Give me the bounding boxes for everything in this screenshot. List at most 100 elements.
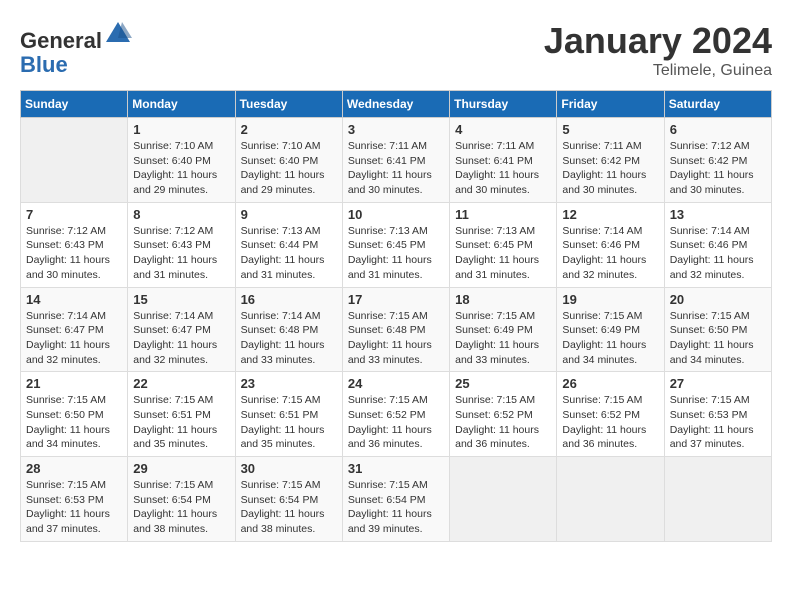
day-info: Sunrise: 7:15 AMSunset: 6:52 PMDaylight:… <box>348 393 444 452</box>
day-info: Sunrise: 7:13 AMSunset: 6:44 PMDaylight:… <box>241 224 337 283</box>
day-info: Sunrise: 7:15 AMSunset: 6:49 PMDaylight:… <box>562 309 658 368</box>
day-info: Sunrise: 7:15 AMSunset: 6:51 PMDaylight:… <box>133 393 229 452</box>
day-info: Sunrise: 7:15 AMSunset: 6:54 PMDaylight:… <box>348 478 444 537</box>
day-info: Sunrise: 7:11 AMSunset: 6:41 PMDaylight:… <box>455 139 551 198</box>
calendar-cell: 11 Sunrise: 7:13 AMSunset: 6:45 PMDaylig… <box>450 202 557 287</box>
day-info: Sunrise: 7:15 AMSunset: 6:52 PMDaylight:… <box>562 393 658 452</box>
day-number: 22 <box>133 376 229 391</box>
calendar-cell <box>664 457 771 542</box>
day-number: 4 <box>455 122 551 137</box>
day-info: Sunrise: 7:14 AMSunset: 6:47 PMDaylight:… <box>26 309 122 368</box>
day-info: Sunrise: 7:15 AMSunset: 6:54 PMDaylight:… <box>133 478 229 537</box>
day-info: Sunrise: 7:15 AMSunset: 6:50 PMDaylight:… <box>670 309 766 368</box>
calendar-cell: 23 Sunrise: 7:15 AMSunset: 6:51 PMDaylig… <box>235 372 342 457</box>
day-number: 20 <box>670 292 766 307</box>
week-row-4: 21 Sunrise: 7:15 AMSunset: 6:50 PMDaylig… <box>21 372 772 457</box>
week-row-2: 7 Sunrise: 7:12 AMSunset: 6:43 PMDayligh… <box>21 202 772 287</box>
calendar-cell: 6 Sunrise: 7:12 AMSunset: 6:42 PMDayligh… <box>664 118 771 203</box>
weekday-header-saturday: Saturday <box>664 91 771 118</box>
day-number: 11 <box>455 207 551 222</box>
day-info: Sunrise: 7:12 AMSunset: 6:42 PMDaylight:… <box>670 139 766 198</box>
calendar-cell: 29 Sunrise: 7:15 AMSunset: 6:54 PMDaylig… <box>128 457 235 542</box>
day-number: 24 <box>348 376 444 391</box>
day-number: 3 <box>348 122 444 137</box>
weekday-header-row: SundayMondayTuesdayWednesdayThursdayFrid… <box>21 91 772 118</box>
calendar-cell: 18 Sunrise: 7:15 AMSunset: 6:49 PMDaylig… <box>450 287 557 372</box>
day-number: 12 <box>562 207 658 222</box>
day-number: 13 <box>670 207 766 222</box>
day-number: 10 <box>348 207 444 222</box>
day-number: 26 <box>562 376 658 391</box>
day-number: 29 <box>133 461 229 476</box>
day-number: 25 <box>455 376 551 391</box>
day-number: 30 <box>241 461 337 476</box>
day-number: 16 <box>241 292 337 307</box>
day-info: Sunrise: 7:15 AMSunset: 6:53 PMDaylight:… <box>670 393 766 452</box>
calendar-cell: 7 Sunrise: 7:12 AMSunset: 6:43 PMDayligh… <box>21 202 128 287</box>
calendar-cell: 3 Sunrise: 7:11 AMSunset: 6:41 PMDayligh… <box>342 118 449 203</box>
calendar-cell: 17 Sunrise: 7:15 AMSunset: 6:48 PMDaylig… <box>342 287 449 372</box>
location-subtitle: Telimele, Guinea <box>544 62 772 80</box>
day-number: 1 <box>133 122 229 137</box>
title-block: January 2024 Telimele, Guinea <box>544 20 772 80</box>
calendar-cell: 27 Sunrise: 7:15 AMSunset: 6:53 PMDaylig… <box>664 372 771 457</box>
week-row-5: 28 Sunrise: 7:15 AMSunset: 6:53 PMDaylig… <box>21 457 772 542</box>
calendar-cell: 10 Sunrise: 7:13 AMSunset: 6:45 PMDaylig… <box>342 202 449 287</box>
calendar-cell <box>557 457 664 542</box>
day-info: Sunrise: 7:15 AMSunset: 6:54 PMDaylight:… <box>241 478 337 537</box>
day-info: Sunrise: 7:13 AMSunset: 6:45 PMDaylight:… <box>348 224 444 283</box>
day-info: Sunrise: 7:15 AMSunset: 6:52 PMDaylight:… <box>455 393 551 452</box>
calendar-cell: 8 Sunrise: 7:12 AMSunset: 6:43 PMDayligh… <box>128 202 235 287</box>
logo-general-text: General <box>20 28 102 53</box>
day-info: Sunrise: 7:15 AMSunset: 6:53 PMDaylight:… <box>26 478 122 537</box>
day-info: Sunrise: 7:11 AMSunset: 6:41 PMDaylight:… <box>348 139 444 198</box>
day-info: Sunrise: 7:14 AMSunset: 6:46 PMDaylight:… <box>670 224 766 283</box>
day-info: Sunrise: 7:14 AMSunset: 6:48 PMDaylight:… <box>241 309 337 368</box>
day-number: 31 <box>348 461 444 476</box>
day-number: 18 <box>455 292 551 307</box>
week-row-3: 14 Sunrise: 7:14 AMSunset: 6:47 PMDaylig… <box>21 287 772 372</box>
calendar-cell <box>450 457 557 542</box>
weekday-header-thursday: Thursday <box>450 91 557 118</box>
calendar-cell: 15 Sunrise: 7:14 AMSunset: 6:47 PMDaylig… <box>128 287 235 372</box>
calendar-cell: 12 Sunrise: 7:14 AMSunset: 6:46 PMDaylig… <box>557 202 664 287</box>
day-number: 17 <box>348 292 444 307</box>
day-info: Sunrise: 7:14 AMSunset: 6:47 PMDaylight:… <box>133 309 229 368</box>
day-number: 14 <box>26 292 122 307</box>
calendar-cell: 9 Sunrise: 7:13 AMSunset: 6:44 PMDayligh… <box>235 202 342 287</box>
weekday-header-friday: Friday <box>557 91 664 118</box>
calendar-cell: 24 Sunrise: 7:15 AMSunset: 6:52 PMDaylig… <box>342 372 449 457</box>
day-number: 28 <box>26 461 122 476</box>
calendar-cell: 30 Sunrise: 7:15 AMSunset: 6:54 PMDaylig… <box>235 457 342 542</box>
weekday-header-monday: Monday <box>128 91 235 118</box>
calendar-cell: 21 Sunrise: 7:15 AMSunset: 6:50 PMDaylig… <box>21 372 128 457</box>
day-number: 15 <box>133 292 229 307</box>
calendar-cell <box>21 118 128 203</box>
logo-icon <box>104 20 132 48</box>
day-info: Sunrise: 7:12 AMSunset: 6:43 PMDaylight:… <box>133 224 229 283</box>
calendar-cell: 22 Sunrise: 7:15 AMSunset: 6:51 PMDaylig… <box>128 372 235 457</box>
day-info: Sunrise: 7:15 AMSunset: 6:51 PMDaylight:… <box>241 393 337 452</box>
day-number: 23 <box>241 376 337 391</box>
calendar-cell: 13 Sunrise: 7:14 AMSunset: 6:46 PMDaylig… <box>664 202 771 287</box>
day-info: Sunrise: 7:15 AMSunset: 6:48 PMDaylight:… <box>348 309 444 368</box>
day-info: Sunrise: 7:15 AMSunset: 6:49 PMDaylight:… <box>455 309 551 368</box>
calendar-cell: 1 Sunrise: 7:10 AMSunset: 6:40 PMDayligh… <box>128 118 235 203</box>
day-number: 5 <box>562 122 658 137</box>
day-info: Sunrise: 7:14 AMSunset: 6:46 PMDaylight:… <box>562 224 658 283</box>
logo-blue-text: Blue <box>20 52 68 77</box>
day-number: 7 <box>26 207 122 222</box>
weekday-header-tuesday: Tuesday <box>235 91 342 118</box>
calendar-cell: 26 Sunrise: 7:15 AMSunset: 6:52 PMDaylig… <box>557 372 664 457</box>
day-number: 19 <box>562 292 658 307</box>
day-info: Sunrise: 7:10 AMSunset: 6:40 PMDaylight:… <box>241 139 337 198</box>
day-number: 9 <box>241 207 337 222</box>
day-number: 2 <box>241 122 337 137</box>
calendar-table: SundayMondayTuesdayWednesdayThursdayFrid… <box>20 90 772 542</box>
calendar-cell: 5 Sunrise: 7:11 AMSunset: 6:42 PMDayligh… <box>557 118 664 203</box>
day-info: Sunrise: 7:11 AMSunset: 6:42 PMDaylight:… <box>562 139 658 198</box>
logo: General Blue <box>20 20 132 77</box>
calendar-cell: 28 Sunrise: 7:15 AMSunset: 6:53 PMDaylig… <box>21 457 128 542</box>
weekday-header-wednesday: Wednesday <box>342 91 449 118</box>
day-info: Sunrise: 7:10 AMSunset: 6:40 PMDaylight:… <box>133 139 229 198</box>
